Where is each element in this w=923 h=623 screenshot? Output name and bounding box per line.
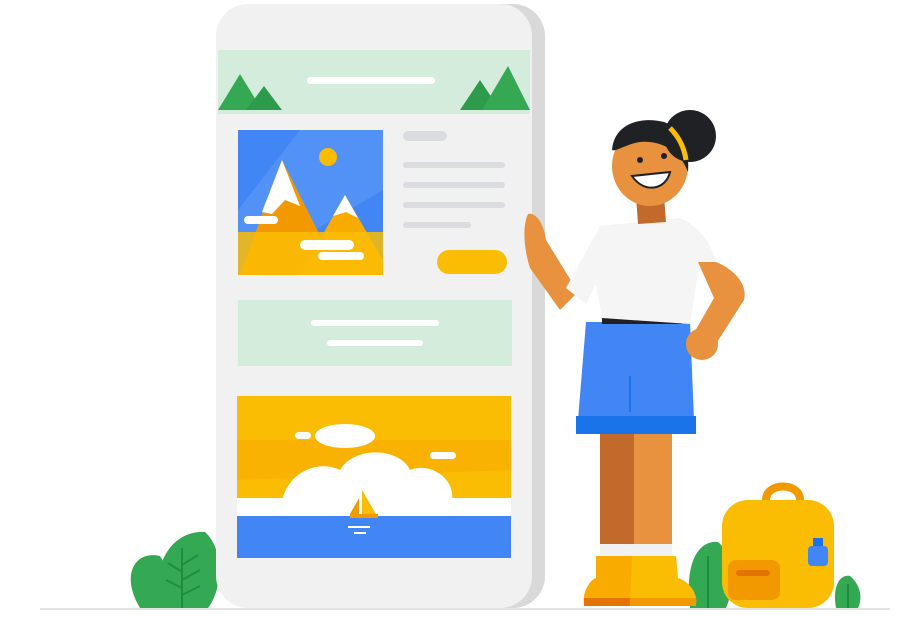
card-button-placeholder bbox=[437, 250, 507, 274]
sea-photo-icon bbox=[237, 396, 511, 558]
scene-svg bbox=[40, 4, 890, 610]
sun-icon bbox=[319, 148, 337, 166]
header-title-bar bbox=[307, 77, 435, 84]
banner-placeholder bbox=[238, 300, 512, 366]
backpack-icon bbox=[722, 482, 834, 608]
mountain-photo-icon bbox=[238, 130, 383, 275]
smartphone-icon bbox=[216, 4, 545, 608]
person-icon bbox=[524, 110, 745, 606]
illustration-scene bbox=[0, 0, 923, 623]
